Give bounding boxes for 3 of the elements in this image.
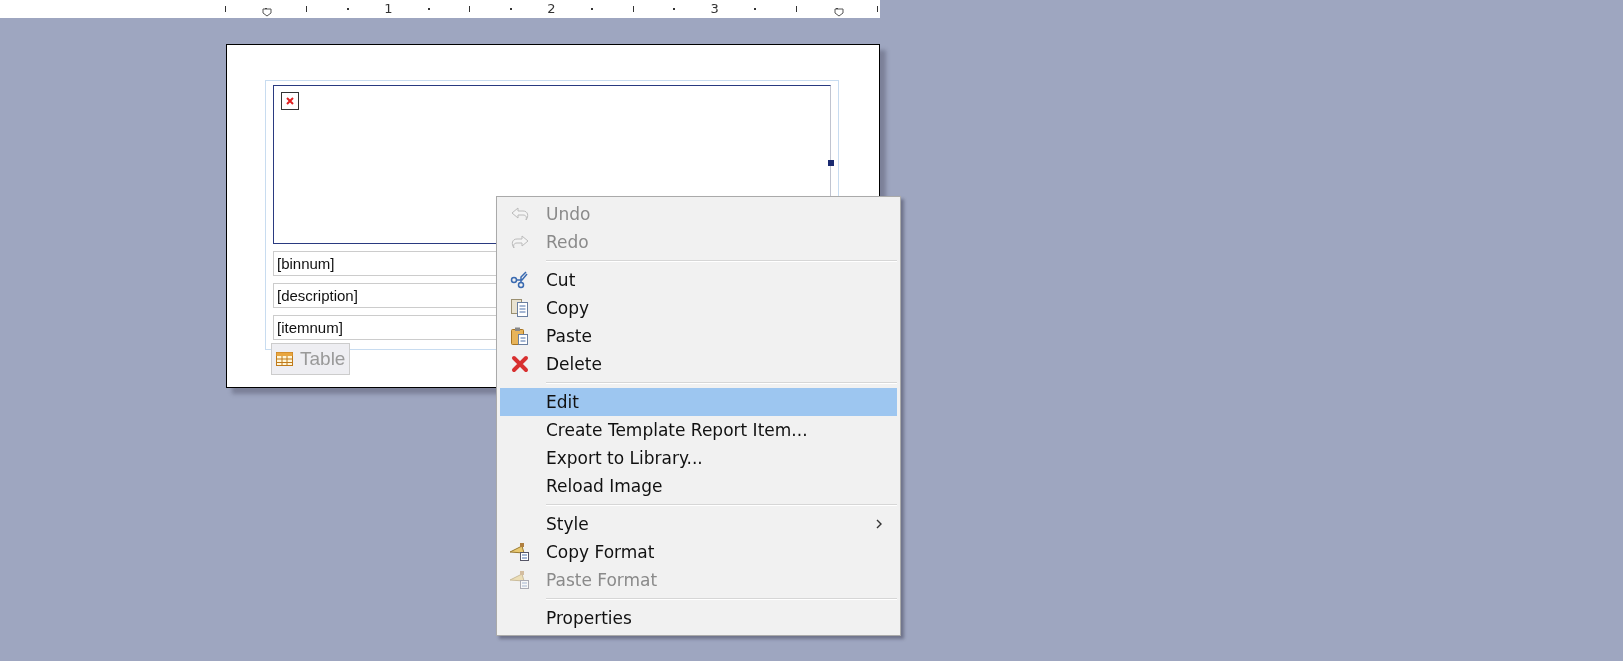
ruler-label: 2 bbox=[546, 2, 557, 16]
ruler-label: 1 bbox=[383, 2, 394, 16]
ruler-label: 3 bbox=[709, 2, 720, 16]
